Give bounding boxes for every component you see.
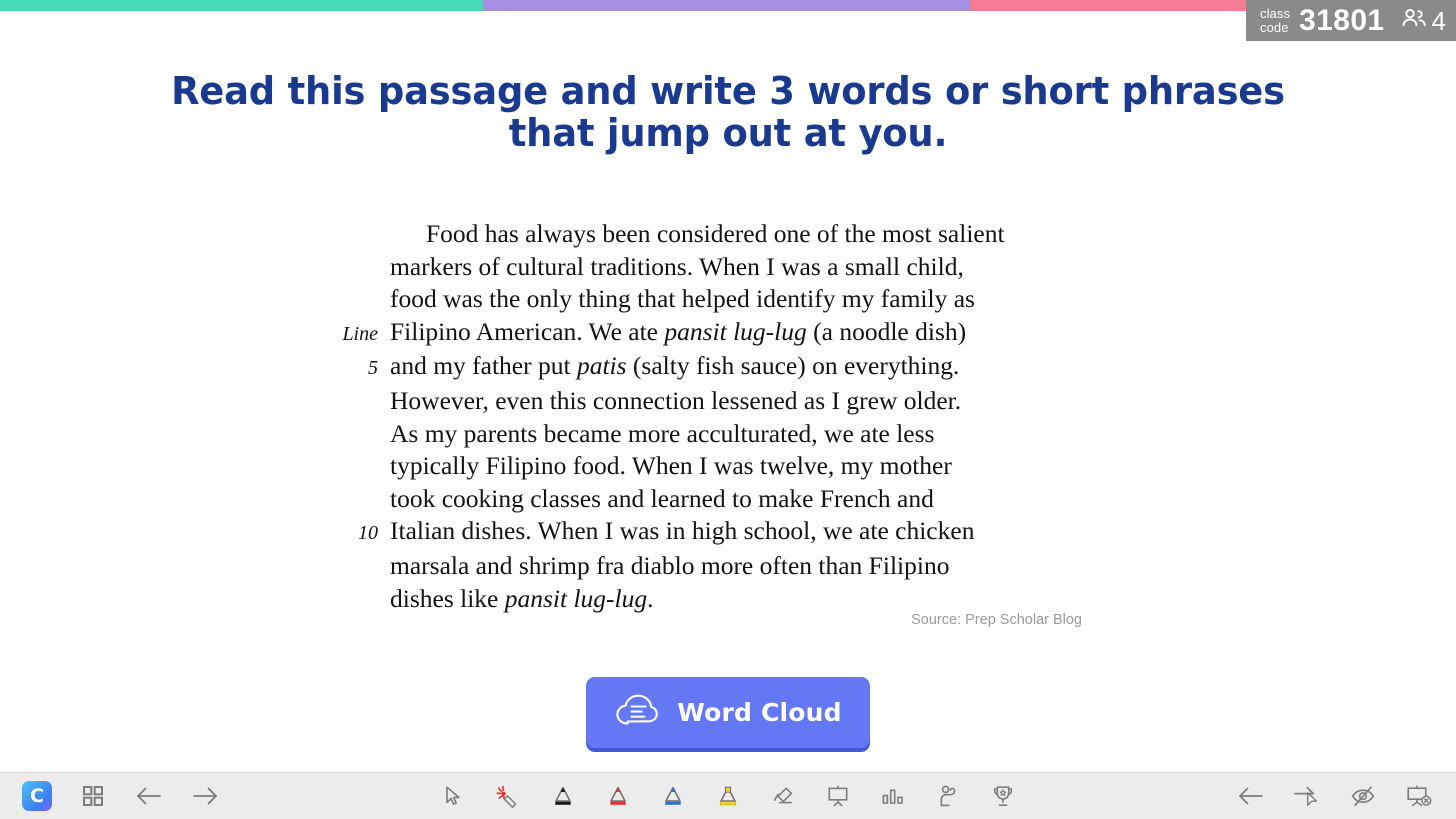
bottom-toolbar: C (0, 772, 1456, 819)
class-code-value: 31801 (1299, 3, 1385, 37)
yellow-highlighter-tool[interactable] (713, 781, 743, 811)
participant-count: 4 (1431, 5, 1446, 36)
raise-hand-tool[interactable] (933, 781, 963, 811)
toolbar-right-group (1236, 781, 1434, 811)
people-icon (1401, 8, 1427, 33)
skip-forward-cursor-icon[interactable] (1292, 781, 1322, 811)
next-slide-arrow-icon[interactable] (190, 781, 220, 811)
classpoint-logo-glyph: C (30, 784, 44, 807)
passage-line-text: typically Filipino food. When I was twel… (390, 451, 952, 481)
passage-line-text: took cooking classes and learned to make… (390, 483, 934, 513)
toolbar-left-group: C (22, 781, 220, 811)
passage-line: took cooking classes and learned to make… (334, 483, 1114, 516)
page-title-line-2: that jump out at you. (508, 111, 948, 155)
passage-line-text: food was the only thing that helped iden… (390, 284, 975, 314)
passage-line: marsala and shrimp fra diablo more often… (334, 550, 1114, 583)
hide-slideshow-icon[interactable] (1348, 781, 1378, 811)
back-arrow-icon[interactable] (1236, 781, 1266, 811)
whiteboard-tool[interactable] (823, 781, 853, 811)
previous-slide-arrow-icon[interactable] (134, 781, 164, 811)
black-pen-tool[interactable] (548, 781, 578, 811)
passage-line-number: 10 (358, 522, 378, 545)
passage-line-text: However, even this connection lessened a… (390, 385, 962, 415)
word-cloud-button[interactable]: Word Cloud (586, 677, 870, 748)
word-cloud-button-label: Word Cloud (677, 698, 842, 727)
passage-line-text: marsala and shrimp fra diablo more often… (390, 550, 950, 580)
page-title-line-1: Read this passage and write 3 words or s… (171, 69, 1285, 113)
passage-line: However, even this connection lessened a… (334, 385, 1114, 418)
passage-line-number: Line (342, 322, 378, 345)
passage-line-text: dishes like pansit lug-lug. (390, 583, 654, 613)
laser-pointer-tool[interactable] (493, 781, 523, 811)
passage-line: 10 Italian dishes. When I was in high sch… (334, 515, 1114, 550)
eraser-tool[interactable] (768, 781, 798, 811)
passage-line: typically Filipino food. When I was twel… (334, 450, 1114, 483)
passage-line-text: and my father put patis (salty fish sauc… (390, 351, 960, 381)
passage-line: As my parents became more acculturated, … (334, 418, 1114, 451)
red-pen-tool[interactable] (603, 781, 633, 811)
classpoint-logo[interactable]: C (22, 781, 52, 811)
passage-line-text: Filipino American. We ate pansit lug-lug… (390, 316, 967, 346)
end-slideshow-icon[interactable] (1404, 781, 1434, 811)
passage-line-text: Italian dishes. When I was in high schoo… (390, 516, 975, 546)
top-bar-segment-teal (0, 0, 483, 11)
top-bar-segment-pink (970, 0, 1253, 11)
class-code-badge[interactable]: class code 31801 4 (1245, 0, 1456, 41)
toolbar-center-group (438, 781, 1018, 811)
passage-line-text: Food has always been considered one of t… (426, 219, 1005, 248)
page-title: Read this passage and write 3 words or s… (22, 70, 1434, 154)
passage-line-text: As my parents became more acculturated, … (390, 418, 935, 448)
class-code-label: class code (1259, 5, 1291, 35)
passage-line-text: markers of cultural traditions. When I w… (390, 251, 964, 281)
passage-line: markers of cultural traditions. When I w… (334, 251, 1114, 284)
source-attribution: Source: Prep Scholar Blog (911, 612, 1082, 628)
passage-line: Line Filipino American. We ate pansit lug… (334, 316, 1114, 351)
quick-poll-tool[interactable] (878, 781, 908, 811)
passage-line: food was the only thing that helped iden… (334, 283, 1114, 316)
blue-pen-tool[interactable] (658, 781, 688, 811)
top-bar-segment-purple (483, 0, 970, 11)
passage-block: Food has always been considered one of t… (334, 218, 1114, 615)
word-cloud-icon (614, 693, 660, 733)
passage-line: Food has always been considered one of t… (334, 218, 1114, 251)
slide-grid-icon[interactable] (78, 781, 108, 811)
top-accent-bar (0, 0, 1456, 11)
passage-line: 5 and my father put patis (salty fish sau… (334, 350, 1114, 385)
cursor-tool[interactable] (438, 781, 468, 811)
passage-line: dishes like pansit lug-lug. (334, 583, 1114, 616)
leaderboard-tool[interactable] (988, 781, 1018, 811)
passage-line-number: 5 (368, 357, 378, 380)
participant-counter: 4 (1401, 8, 1446, 34)
